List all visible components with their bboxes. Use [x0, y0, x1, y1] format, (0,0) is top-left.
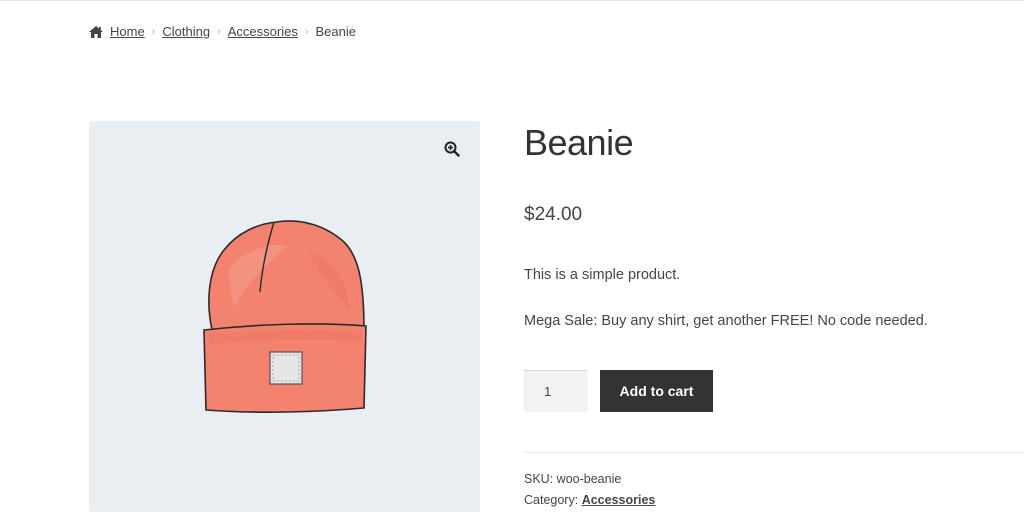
top-divider	[0, 0, 1024, 1]
sku-row: SKU: woo-beanie	[524, 469, 655, 490]
category-link[interactable]: Accessories	[582, 493, 656, 507]
breadcrumb-separator: ›	[151, 25, 156, 38]
meta-divider	[524, 452, 1024, 453]
product-title: Beanie	[524, 122, 634, 163]
product-short-description: This is a simple product.	[524, 267, 681, 283]
category-row: Category: Accessories	[524, 490, 655, 511]
category-label: Category:	[524, 493, 579, 507]
add-to-cart-button[interactable]: Add to cart	[600, 370, 713, 412]
breadcrumb-home-link[interactable]: Home	[110, 24, 145, 39]
breadcrumb-accessories-link[interactable]: Accessories	[228, 24, 298, 39]
sku-value: woo-beanie	[556, 472, 622, 486]
quantity-input[interactable]	[524, 370, 587, 412]
product-meta: SKU: woo-beanie Category: Accessories	[524, 469, 655, 511]
breadcrumb-clothing-link[interactable]: Clothing	[162, 24, 210, 39]
product-price: $24.00	[524, 204, 583, 225]
breadcrumb-separator: ›	[304, 25, 309, 38]
sale-note: Mega Sale: Buy any shirt, get another FR…	[524, 313, 928, 329]
home-icon[interactable]	[88, 25, 104, 39]
breadcrumb: Home › Clothing › Accessories › Beanie	[88, 24, 356, 39]
zoom-in-icon[interactable]	[439, 136, 465, 162]
sku-label: SKU:	[524, 472, 554, 486]
beanie-illustration[interactable]	[198, 212, 372, 418]
breadcrumb-current: Beanie	[315, 24, 356, 39]
breadcrumb-separator: ›	[217, 25, 221, 38]
